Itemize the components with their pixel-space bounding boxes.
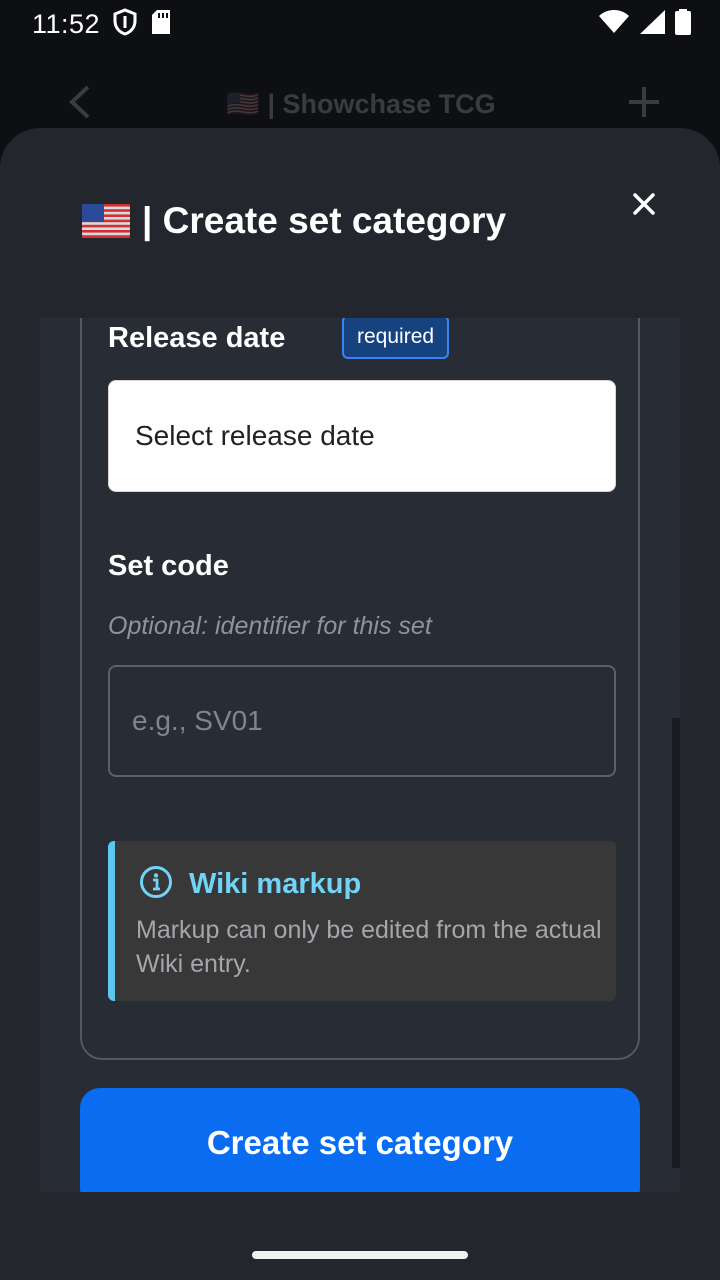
sheet-header: | Create set category	[82, 200, 506, 242]
release-date-label: Release date	[108, 322, 286, 354]
bottom-sheet: | Create set category Release date requi…	[0, 128, 720, 1280]
background-app-title: 🇺🇸 | Showchase TCG	[226, 89, 496, 119]
back-arrow-icon	[66, 84, 94, 125]
cell-signal-icon	[638, 9, 666, 40]
form-card: Release date required Select release dat…	[80, 318, 640, 1060]
shield-icon	[112, 7, 138, 41]
callout-header: Wiki markup	[139, 865, 361, 904]
status-left: 11:52	[32, 7, 172, 41]
home-indicator[interactable]	[252, 1251, 468, 1259]
set-code-label: Set code	[108, 550, 229, 582]
set-code-input[interactable]	[108, 665, 616, 777]
info-icon	[139, 865, 173, 904]
scrollbar[interactable]	[672, 718, 680, 1168]
form-scroll-area[interactable]: Release date required Select release dat…	[40, 318, 680, 1192]
battery-icon	[674, 8, 692, 41]
callout-title: Wiki markup	[189, 868, 362, 900]
plus-icon	[628, 86, 660, 123]
sd-card-icon	[150, 9, 172, 40]
us-flag-icon	[82, 204, 130, 238]
create-set-category-button[interactable]: Create set category	[80, 1088, 640, 1192]
close-icon	[632, 192, 656, 221]
status-right	[598, 8, 692, 41]
background-app-header: 🇺🇸 | Showchase TCG	[0, 72, 720, 136]
required-badge: required	[342, 318, 450, 359]
status-bar: 11:52	[0, 0, 720, 48]
set-code-helper: Optional: identifier for this set	[108, 612, 432, 640]
wifi-icon	[598, 9, 630, 40]
close-button[interactable]	[620, 184, 668, 228]
wiki-markup-callout: Wiki markup Markup can only be edited fr…	[108, 841, 616, 1001]
callout-body: Markup can only be edited from the actua…	[136, 916, 602, 978]
sheet-title: | Create set category	[142, 200, 507, 241]
status-time: 11:52	[32, 8, 101, 39]
release-date-picker[interactable]: Select release date	[108, 380, 616, 492]
